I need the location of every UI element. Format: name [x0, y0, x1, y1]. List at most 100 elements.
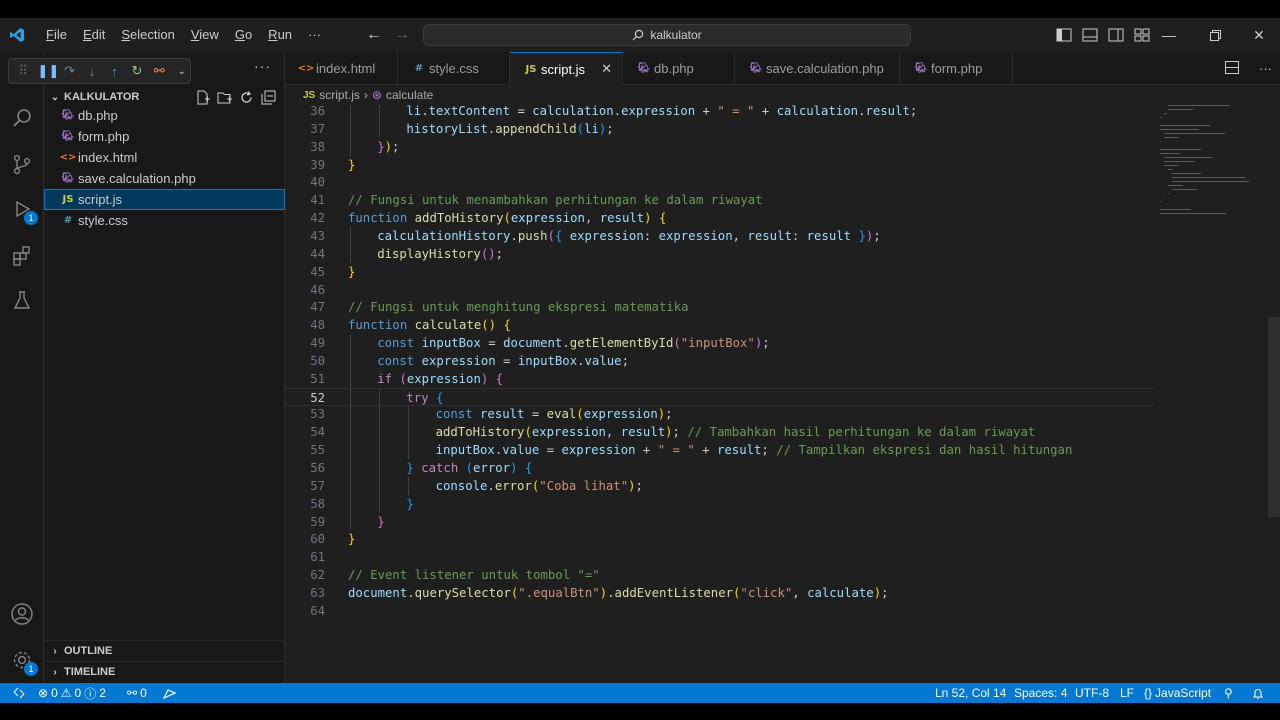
code-line[interactable]: 64: [285, 602, 1155, 620]
toggle-panel-icon[interactable]: [1081, 26, 1099, 44]
chevron-down-icon[interactable]: ⌄: [174, 66, 190, 77]
file-item-db-php[interactable]: 🐘︎ db.php: [44, 105, 285, 126]
collapse-all-icon[interactable]: [260, 89, 276, 105]
forward-arrow-icon[interactable]: →: [394, 26, 410, 44]
search-activity-icon[interactable]: [0, 96, 44, 140]
code-line[interactable]: 60}: [285, 530, 1155, 548]
breadcrumb-symbol[interactable]: calculate: [386, 88, 433, 102]
code-line[interactable]: 45}: [285, 263, 1155, 281]
extensions-icon[interactable]: [0, 234, 44, 278]
code-line[interactable]: 51 if (expression) {: [285, 370, 1155, 388]
source-control-icon[interactable]: [0, 142, 44, 186]
code-line[interactable]: 50 const expression = inputBox.value;: [285, 352, 1155, 370]
code-editor[interactable]: 36 li.textContent = calculation.expressio…: [285, 105, 1280, 683]
code-line[interactable]: 48 function calculate() {: [285, 316, 1155, 334]
menu-view[interactable]: View: [183, 18, 227, 52]
tab-save-calculation-php[interactable]: 🐘︎ save.calculation.php: [735, 52, 900, 85]
back-arrow-icon[interactable]: ←: [366, 26, 382, 44]
code-line[interactable]: 36 li.textContent = calculation.expressio…: [285, 105, 1155, 120]
menu-file[interactable]: File: [38, 18, 75, 52]
accounts-icon[interactable]: [0, 592, 44, 636]
code-line[interactable]: 43 calculationHistory.push({ expression: …: [285, 227, 1155, 245]
pause-icon[interactable]: ❚❚: [37, 63, 59, 79]
drag-handle-icon[interactable]: ⠿: [15, 63, 31, 79]
code-line[interactable]: 40: [285, 173, 1155, 191]
code-line[interactable]: 58}: [285, 495, 1155, 513]
encoding[interactable]: UTF-8: [1075, 683, 1109, 703]
vertical-scrollbar[interactable]: [1268, 317, 1280, 517]
line-number: 59: [310, 514, 325, 529]
file-item-style-css[interactable]: # style.css: [44, 210, 285, 231]
step-over-icon[interactable]: ↷: [61, 63, 77, 79]
code-line[interactable]: 57 console.error("Coba lihat");: [285, 477, 1155, 495]
live-share-icon[interactable]: [162, 683, 176, 703]
code-line[interactable]: 44 displayHistory();: [285, 245, 1155, 263]
code-line[interactable]: 47 // Fungsi untuk menghitung ekspresi ma…: [285, 298, 1155, 316]
more-actions-icon[interactable]: ···: [1259, 61, 1272, 76]
tab-style-css[interactable]: # style.css: [398, 52, 510, 85]
new-file-icon[interactable]: [194, 89, 210, 105]
code-line[interactable]: 49 const inputBox = document.getElementBy…: [285, 334, 1155, 352]
indentation[interactable]: Spaces: 4: [1014, 683, 1067, 703]
remote-indicator-icon[interactable]: [8, 683, 30, 703]
toggle-secondary-sidebar-icon[interactable]: [1107, 26, 1125, 44]
testing-flask-icon[interactable]: [0, 278, 44, 322]
outline-section-header[interactable]: › OUTLINE: [44, 640, 285, 661]
code-line[interactable]: 61: [285, 548, 1155, 566]
code-line[interactable]: 62 // Event listener untuk tombol "=": [285, 566, 1155, 584]
end-of-line[interactable]: LF: [1120, 683, 1134, 703]
step-out-icon[interactable]: ↑: [106, 64, 122, 79]
code-line[interactable]: 46: [285, 281, 1155, 299]
disconnect-icon[interactable]: ⚯: [151, 63, 167, 79]
restore-button[interactable]: [1192, 18, 1238, 52]
restart-icon[interactable]: ↻: [129, 63, 145, 79]
toggle-primary-sidebar-icon[interactable]: [1055, 26, 1073, 44]
problems-indicator[interactable]: ⊗ 0 ⚠ 0 ⓘ 2: [38, 683, 106, 703]
timeline-section-header[interactable]: › TIMELINE: [44, 661, 285, 682]
split-editor-icon[interactable]: [1225, 60, 1239, 77]
menu-selection[interactable]: Selection: [113, 18, 182, 52]
tab-script-js[interactable]: JS script.js ✕: [510, 52, 623, 85]
menu-go[interactable]: Go: [227, 18, 260, 52]
command-center-search[interactable]: kalkulator: [423, 24, 911, 46]
file-item-save-calculation-php[interactable]: 🐘︎ save.calculation.php: [44, 168, 285, 189]
ports-indicator[interactable]: ⚯ 0: [127, 683, 147, 703]
code-line[interactable]: 38});: [285, 138, 1155, 156]
code-line[interactable]: 59}: [285, 513, 1155, 531]
new-folder-icon[interactable]: [216, 89, 232, 105]
breadcrumb-file[interactable]: script.js: [319, 88, 360, 102]
file-item-index-html[interactable]: <> index.html: [44, 147, 285, 168]
feedback-icon[interactable]: ⚲: [1224, 683, 1233, 703]
code-line[interactable]: 53 const result = eval(expression);: [285, 405, 1155, 423]
minimap[interactable]: [1160, 105, 1260, 225]
code-token: value: [584, 353, 622, 368]
menu-edit[interactable]: Edit: [75, 18, 113, 52]
code-line[interactable]: 63 document.querySelector(".equalBtn").ad…: [285, 584, 1155, 602]
code-line[interactable]: 39}: [285, 156, 1155, 174]
notifications-bell-icon[interactable]: [1252, 683, 1264, 703]
language-mode[interactable]: {} JavaScript: [1144, 683, 1211, 703]
run-debug-icon[interactable]: 1: [0, 187, 44, 231]
code-line[interactable]: 54 addToHistory(expression, result); // T…: [285, 423, 1155, 441]
code-line[interactable]: 37 historyList.appendChild(li);: [285, 120, 1155, 138]
code-line[interactable]: 56} catch (error) {: [285, 459, 1155, 477]
close-tab-icon[interactable]: ✕: [601, 61, 612, 77]
cursor-position[interactable]: Ln 52, Col 14: [935, 683, 1006, 703]
menu-more-button[interactable]: ···: [300, 18, 329, 52]
menu-run[interactable]: Run: [260, 18, 300, 52]
tab-db-php[interactable]: 🐘︎ db.php: [623, 52, 735, 85]
explorer-more-actions-icon[interactable]: ···: [254, 58, 271, 74]
manage-gear-icon[interactable]: 1: [0, 638, 44, 682]
code-line[interactable]: 42 function addToHistory(expression, resu…: [285, 209, 1155, 227]
refresh-icon[interactable]: [238, 89, 254, 105]
file-item-form-php[interactable]: 🐘︎ form.php: [44, 126, 285, 147]
file-item-script-js[interactable]: JS script.js: [44, 189, 285, 210]
step-into-icon[interactable]: ↓: [84, 64, 100, 79]
minimize-button[interactable]: —: [1146, 18, 1192, 52]
code-line[interactable]: 55 inputBox.value = expression + " = " + …: [285, 441, 1155, 459]
code-line[interactable]: 52 try {: [285, 387, 1155, 406]
tab-index-html[interactable]: <> index.html: [285, 52, 398, 85]
code-line[interactable]: 41 // Fungsi untuk menambahkan perhitunga…: [285, 191, 1155, 209]
tab-form-php[interactable]: 🐘︎ form.php: [900, 52, 1013, 85]
close-window-button[interactable]: ✕: [1236, 18, 1280, 52]
